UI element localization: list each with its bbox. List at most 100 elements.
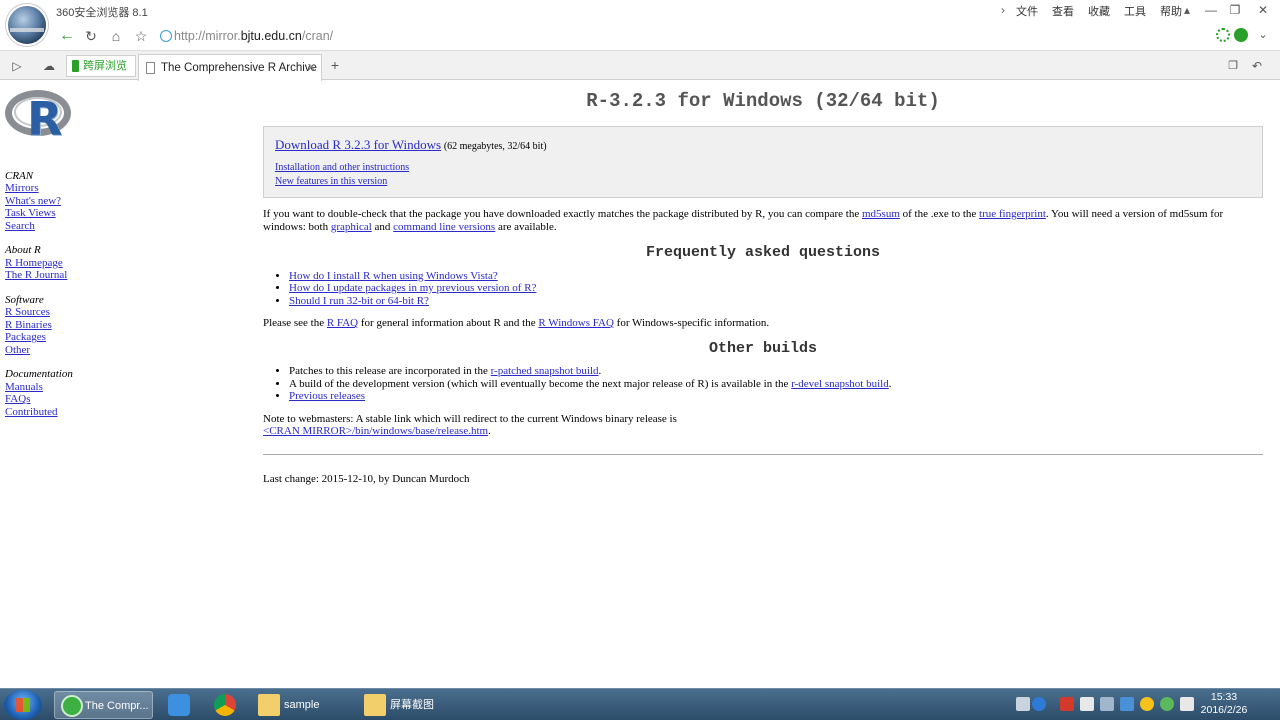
clock-date: 2016/2/26: [1200, 704, 1248, 716]
taskbar-item-browser-label: The Compr...: [85, 700, 149, 712]
checksum-text-1: If you want to double-check that the pac…: [263, 208, 862, 220]
sidebar-group-about: About R R Homepage The R Journal: [5, 244, 125, 281]
360-guard-icon[interactable]: [1160, 697, 1174, 711]
list-item: How do I update packages in my previous …: [289, 282, 1263, 295]
folder-icon: [364, 694, 386, 716]
faq-link-32-64-bit[interactable]: Should I run 32-bit or 64-bit R?: [289, 295, 429, 307]
maximize-button[interactable]: ❐: [1224, 1, 1246, 19]
360-browser-icon: [61, 695, 83, 717]
faq-see-text-2: for general information about R and the: [358, 317, 539, 329]
previous-releases-link[interactable]: Previous releases: [289, 390, 365, 402]
taskbar-item-chrome[interactable]: [208, 691, 242, 719]
taskbar-item-screenshots-label: 屏幕截图: [390, 699, 434, 711]
r-patched-link[interactable]: r-patched snapshot build: [491, 365, 599, 377]
sidebar-link-faqs[interactable]: FAQs: [5, 393, 125, 405]
release-link[interactable]: <CRAN MIRROR>/bin/windows/base/release.h…: [263, 425, 488, 437]
cloud-icon[interactable]: ☁: [40, 57, 58, 75]
menu-tools[interactable]: 工具: [1124, 3, 1146, 19]
menu-view[interactable]: 查看: [1052, 3, 1074, 19]
tab-active-label: The Comprehensive R Archive: [161, 62, 317, 74]
help-icon[interactable]: [1032, 697, 1046, 711]
start-button[interactable]: [4, 690, 42, 720]
sidebar-heading-documentation: Documentation: [5, 368, 73, 381]
checksum-text-2: of the .exe to the: [899, 208, 980, 220]
url-input[interactable]: http://mirror.bjtu.edu.cn/cran/: [156, 25, 1218, 47]
faq-see-paragraph: Please see the R FAQ for general informa…: [263, 317, 1263, 330]
favorite-star-icon[interactable]: ☆: [132, 27, 150, 45]
sidebar-heading-about: About R: [5, 244, 41, 257]
sidebar-toggle-icon[interactable]: ▷: [8, 57, 26, 75]
volume-icon[interactable]: [1100, 697, 1114, 711]
r-faq-link[interactable]: R FAQ: [327, 317, 358, 329]
network-adapter-icon[interactable]: [1080, 697, 1094, 711]
sidebar-link-manuals[interactable]: Manuals: [5, 381, 125, 393]
taskbar-item-screenshots[interactable]: 屏幕截图: [358, 691, 458, 719]
sidebar-link-packages[interactable]: Packages: [5, 331, 125, 343]
true-fingerprint-link[interactable]: true fingerprint: [979, 208, 1046, 220]
checksum-text-5: are available.: [495, 220, 557, 233]
home-icon[interactable]: ⌂: [107, 27, 125, 45]
md5sum-link[interactable]: md5sum: [862, 208, 900, 220]
list-item: Patches to this release are incorporated…: [289, 365, 1263, 378]
sidebar-link-r-journal[interactable]: The R Journal: [5, 269, 125, 281]
tab-active[interactable]: The Comprehensive R Archive ✕: [138, 54, 322, 81]
back-arrow-icon[interactable]: ←: [58, 27, 76, 45]
signal-icon[interactable]: [1180, 697, 1194, 711]
other-builds-list: Patches to this release are incorporated…: [289, 365, 1263, 403]
faq-heading: Frequently asked questions: [645, 244, 881, 261]
sidebar-link-r-homepage[interactable]: R Homepage: [5, 257, 125, 269]
list-item: How do I install R when using Windows Vi…: [289, 270, 1263, 283]
pen-icon: [168, 694, 190, 716]
r-logo[interactable]: R: [5, 88, 73, 144]
command-line-versions-link[interactable]: command line versions: [393, 221, 495, 233]
user-avatar[interactable]: [6, 4, 48, 46]
address-toolbar: ← ↻ ⌂ ☆ http://mirror.bjtu.edu.cn/cran/ …: [0, 22, 1280, 50]
sidebar-link-other[interactable]: Other: [5, 344, 125, 356]
sidebar-link-contributed[interactable]: Contributed: [5, 406, 125, 418]
graphical-link[interactable]: graphical: [331, 221, 372, 233]
cran-sidebar: R CRAN Mirrors What's new? Task Views Se…: [5, 88, 125, 430]
new-tab-button[interactable]: +: [326, 56, 344, 74]
sidebar-link-r-sources[interactable]: R Sources: [5, 306, 125, 318]
chevron-down-icon[interactable]: ⌄: [1254, 26, 1272, 44]
antivirus-icon[interactable]: [1060, 697, 1074, 711]
faq-link-vista[interactable]: How do I install R when using Windows Vi…: [289, 270, 498, 282]
leaf-icon[interactable]: [1234, 28, 1248, 42]
faq-link-update-packages[interactable]: How do I update packages in my previous …: [289, 282, 536, 294]
sidebar-link-search[interactable]: Search: [5, 220, 125, 232]
other-builds-heading: Other builds: [708, 339, 818, 357]
bluetooth-icon[interactable]: [1120, 697, 1134, 711]
sidebar-link-r-binaries[interactable]: R Binaries: [5, 319, 125, 331]
new-features-link[interactable]: New features in this version: [275, 175, 1251, 189]
list-item: A build of the development version (whic…: [289, 378, 1263, 391]
install-instructions-link[interactable]: Installation and other instructions: [275, 161, 1251, 175]
keyboard-icon[interactable]: [1016, 697, 1030, 711]
folder-icon: [258, 694, 280, 716]
browser-title: 360安全浏览器 8.1: [56, 7, 148, 19]
sidebar-link-task-views[interactable]: Task Views: [5, 207, 125, 219]
taskbar-item-notes[interactable]: [162, 691, 196, 719]
tab-list-icon[interactable]: ❐: [1224, 57, 1242, 75]
sidebar-group-documentation: Documentation Manuals FAQs Contributed: [5, 368, 125, 418]
close-window-button[interactable]: ✕: [1252, 1, 1274, 19]
taskbar-item-sample[interactable]: sample: [252, 691, 352, 719]
qq-icon[interactable]: [1140, 697, 1154, 711]
r-windows-faq-link[interactable]: R Windows FAQ: [538, 317, 614, 329]
close-tab-icon[interactable]: ✕: [307, 55, 316, 81]
r-devel-link[interactable]: r-devel snapshot build: [791, 378, 889, 390]
patched-text: Patches to this release are incorporated…: [289, 365, 491, 377]
refresh-icon[interactable]: ↻: [82, 27, 100, 45]
taskbar-item-browser[interactable]: The Compr...: [54, 691, 153, 719]
sidebar-link-whats-new[interactable]: What's new?: [5, 195, 125, 207]
sidebar-link-mirrors[interactable]: Mirrors: [5, 182, 125, 194]
clock[interactable]: 15:33 2016/2/26: [1194, 691, 1254, 717]
menu-favorites[interactable]: 收藏: [1088, 3, 1110, 19]
menu-file[interactable]: 文件: [1016, 3, 1038, 19]
tab-cross-screen-label: 跨屏浏览: [83, 60, 127, 72]
loading-spinner-icon[interactable]: [1216, 28, 1230, 42]
tab-cross-screen[interactable]: 跨屏浏览: [66, 55, 136, 77]
skin-icon[interactable]: ▴: [1176, 1, 1198, 19]
download-link[interactable]: Download R 3.2.3 for Windows: [275, 137, 441, 152]
undo-close-icon[interactable]: ↶: [1248, 57, 1266, 75]
minimize-button[interactable]: —: [1200, 1, 1222, 19]
